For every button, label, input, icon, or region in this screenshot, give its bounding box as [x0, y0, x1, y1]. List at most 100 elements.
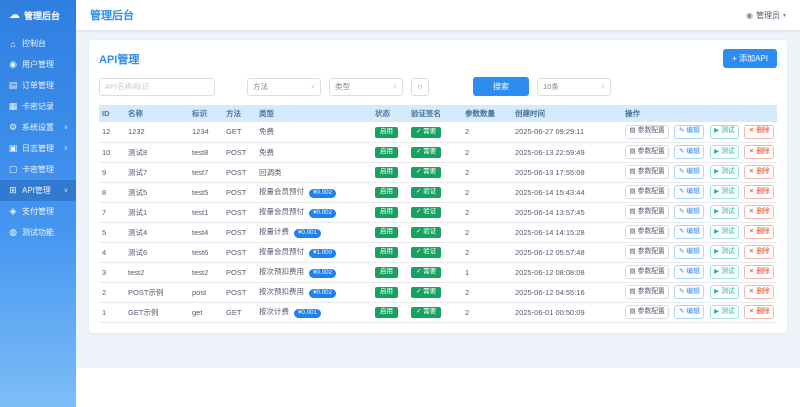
edit-button[interactable]: ✎ 编辑: [674, 285, 705, 299]
edit-button[interactable]: ✎ 编辑: [674, 305, 705, 319]
play-icon: ▶: [714, 287, 720, 295]
table-row: 7 测试1 test1 POST 按量会员预付 ¥0.002 启用 ✓ 验证 2…: [99, 202, 777, 223]
play-icon: ▶: [714, 127, 720, 135]
app-title: 管理后台: [24, 11, 61, 21]
sidebar-item-users[interactable]: ◉ 用户管理: [0, 54, 76, 75]
sign-badge: ✓ 需要: [411, 307, 442, 318]
sidebar-item-cards[interactable]: ▢ 卡密管理: [0, 159, 76, 180]
params-config-button[interactable]: ▤ 参数配置: [625, 185, 670, 199]
col-created: 创建时间: [512, 105, 622, 122]
type-label: 按量计费: [259, 227, 289, 237]
test-button[interactable]: ▶ 测试: [709, 225, 740, 239]
sidebar-item-logs[interactable]: ▣ 日志管理 ∨: [0, 138, 76, 159]
edit-button[interactable]: ✎ 编辑: [674, 205, 705, 219]
api-management-card: API管理 + 添加API 方法 ∨ 类型 ∨ ○ 搜索: [89, 40, 787, 333]
sidebar-item-settings[interactable]: ⚙ 系统设置 ∨: [0, 117, 76, 138]
search-input[interactable]: [99, 77, 215, 96]
records-icon: ▦: [8, 101, 18, 111]
edit-button[interactable]: ✎ 编辑: [674, 225, 705, 239]
test-button[interactable]: ▶ 测试: [709, 145, 740, 159]
sign-badge: ✓ 需要: [411, 147, 442, 158]
delete-button[interactable]: ✕ 删除: [744, 265, 775, 279]
app-window: ☁ 管理后台 ⌂ 控制台 ◉ 用户管理 ▤ 订单管理 ▦ 卡密记录 ⚙ 系统设置…: [0, 0, 800, 407]
params-config-button[interactable]: ▤ 参数配置: [625, 225, 670, 239]
price-badge: ¥0.001: [294, 228, 322, 238]
delete-button[interactable]: ✕ 删除: [744, 145, 775, 159]
test-button[interactable]: ▶ 测试: [709, 165, 740, 179]
type-label: 免费: [259, 127, 274, 137]
status-badge: 启用: [375, 287, 398, 298]
params-config-button[interactable]: ▤ 参数配置: [625, 165, 670, 179]
delete-button[interactable]: ✕ 删除: [744, 305, 775, 319]
test-button[interactable]: ▶ 测试: [709, 245, 740, 259]
table-row: 12 1232 1234 GET 免费 启用 ✓ 需要 2 2025-06-27…: [99, 122, 777, 143]
delete-button[interactable]: ✕ 删除: [744, 225, 775, 239]
list-icon: ▤: [629, 147, 636, 155]
table-row: 1 GET示例 get GET 按次计费 ¥0.001 启用 ✓ 需要 2 20…: [99, 302, 777, 323]
method-select[interactable]: 方法 ∨: [247, 77, 321, 96]
price-badge: ¥0.002: [309, 288, 337, 298]
sidebar-nav: ⌂ 控制台 ◉ 用户管理 ▤ 订单管理 ▦ 卡密记录 ⚙ 系统设置 ∨ ▣ 日志…: [0, 33, 76, 243]
card-header: API管理 + 添加API: [99, 49, 777, 68]
type-label: 按量会员预付: [259, 207, 304, 217]
add-api-button[interactable]: + 添加API: [723, 49, 777, 68]
test-button[interactable]: ▶ 测试: [709, 185, 740, 199]
params-config-button[interactable]: ▤ 参数配置: [625, 245, 670, 259]
sidebar-item-test[interactable]: ◍ 测试功能: [0, 222, 76, 243]
app-logo: ☁ 管理后台: [0, 0, 76, 30]
params-config-button[interactable]: ▤ 参数配置: [625, 265, 670, 279]
payment-icon: ◈: [9, 206, 17, 216]
delete-button[interactable]: ✕ 删除: [744, 245, 775, 259]
chevron-down-icon: ▾: [782, 12, 786, 19]
trash-icon: ✕: [748, 127, 755, 135]
delete-button[interactable]: ✕ 删除: [744, 205, 775, 219]
params-config-button[interactable]: ▤ 参数配置: [625, 124, 670, 139]
test-button[interactable]: ▶ 测试: [709, 265, 740, 279]
play-icon: ▶: [714, 207, 720, 215]
user-menu[interactable]: ◉ 管理员 ▾: [746, 10, 786, 21]
edit-button[interactable]: ✎ 编辑: [674, 265, 705, 279]
type-label: 免费: [259, 147, 274, 157]
delete-button[interactable]: ✕ 删除: [744, 124, 775, 139]
col-name: 名称: [125, 105, 189, 122]
test-button[interactable]: ▶ 测试: [709, 285, 740, 299]
test-button[interactable]: ▶ 测试: [709, 305, 740, 319]
delete-button[interactable]: ✕ 删除: [744, 285, 775, 299]
params-config-button[interactable]: ▤ 参数配置: [625, 205, 670, 219]
test-button[interactable]: ▶ 测试: [709, 205, 740, 219]
params-config-button[interactable]: ▤ 参数配置: [625, 305, 670, 319]
sign-badge: ✓ 需要: [411, 267, 442, 278]
delete-button[interactable]: ✕ 删除: [744, 185, 775, 199]
sidebar-item-api[interactable]: ⊞ API管理 ∨: [0, 180, 76, 201]
logs-icon: ▣: [8, 143, 18, 153]
sign-badge: ✓ 需要: [411, 287, 442, 298]
page-size-select[interactable]: 10条 ∨: [537, 77, 611, 96]
sidebar-item-payment[interactable]: ◈ 支付管理: [0, 201, 76, 222]
refresh-icon[interactable]: ○: [411, 77, 429, 96]
edit-button[interactable]: ✎ 编辑: [674, 245, 705, 259]
sign-badge: ✓ 验证: [411, 207, 442, 218]
sidebar-item-console[interactable]: ⌂ 控制台: [0, 33, 76, 54]
dashboard-icon: ⌂: [10, 38, 16, 49]
edit-button[interactable]: ✎ 编辑: [674, 165, 705, 179]
sidebar-item-records[interactable]: ▦ 卡密记录: [0, 96, 76, 117]
edit-button[interactable]: ✎ 编辑: [674, 185, 705, 199]
pencil-icon: ✎: [678, 127, 685, 135]
sidebar-item-orders[interactable]: ▤ 订单管理: [0, 75, 76, 96]
edit-button[interactable]: ✎ 编辑: [674, 124, 705, 139]
trash-icon: ✕: [748, 247, 755, 255]
status-badge: 启用: [375, 267, 398, 278]
params-config-button[interactable]: ▤ 参数配置: [625, 285, 670, 299]
type-label: 按次预扣费用: [259, 267, 304, 277]
status-badge: 启用: [375, 127, 398, 138]
play-icon: ▶: [714, 227, 720, 235]
type-select[interactable]: 类型 ∨: [329, 77, 403, 96]
test-button[interactable]: ▶ 测试: [709, 124, 740, 139]
delete-button[interactable]: ✕ 删除: [744, 165, 775, 179]
list-icon: ▤: [629, 287, 636, 295]
bottom-whitespace: [76, 368, 800, 407]
edit-button[interactable]: ✎ 编辑: [674, 145, 705, 159]
params-config-button[interactable]: ▤ 参数配置: [625, 145, 670, 159]
search-button[interactable]: 搜索: [473, 77, 529, 96]
user-name: 管理员: [755, 10, 780, 20]
